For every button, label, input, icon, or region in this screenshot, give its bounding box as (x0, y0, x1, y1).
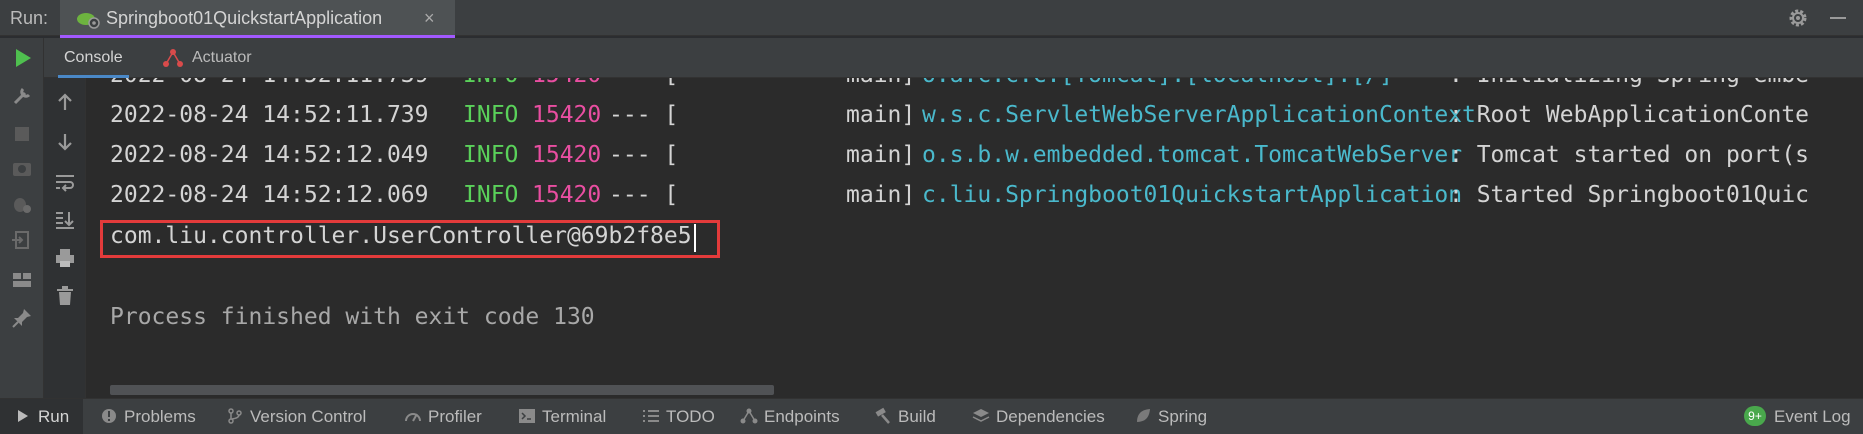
pin-icon[interactable] (10, 306, 34, 330)
layout-icon[interactable] (10, 268, 34, 292)
bottom-tab-todo[interactable]: TODO (642, 399, 715, 434)
log-level: INFO (463, 182, 519, 208)
event-count-badge: 9+ (1744, 405, 1766, 426)
tab-actuator[interactable]: Actuator (192, 38, 252, 78)
console-toolbar (44, 78, 86, 398)
minimize-icon[interactable] (1830, 17, 1846, 19)
layers-icon (972, 408, 990, 422)
bottom-tab-dependencies[interactable]: Dependencies (972, 399, 1105, 434)
log-separator: --- [ (609, 142, 679, 168)
bottom-tab-endpoints[interactable]: Endpoints (740, 399, 840, 434)
log-logger-link[interactable]: o.s.b.w.embedded.tomcat.TomcatWebServer (922, 142, 1462, 168)
print-icon[interactable] (53, 246, 77, 270)
log-level: INFO (463, 102, 519, 128)
bottom-tab-problems[interactable]: Problems (100, 399, 196, 434)
bottom-tab-spring[interactable]: Spring (1134, 399, 1207, 434)
todo-list-icon (643, 409, 659, 422)
debug-icon[interactable] (10, 192, 34, 216)
log-line: 2022-08-24 14:52:12.069 INFO 15420 --- [… (110, 182, 1809, 212)
stop-icon[interactable] (10, 122, 34, 146)
log-thread: main] (846, 102, 916, 128)
hammer-icon (875, 407, 890, 424)
run-tab-title: Springboot01QuickstartApplication (106, 8, 383, 28)
scroll-up-icon[interactable] (53, 90, 77, 114)
left-run-toolbar (0, 38, 44, 398)
spring-boot-icon (77, 13, 100, 29)
log-line-partial: 2022-08-24 14:52:11.739 INFO 15420 --- [… (110, 78, 1809, 92)
log-logger-link[interactable]: w.s.c.ServletWebServerApplicationContext (922, 102, 1476, 128)
log-pid: 15420 (532, 142, 602, 168)
bottom-tool-window-bar: Run Problems Version Control Profiler Te… (0, 398, 1863, 434)
gear-icon[interactable] (1786, 6, 1810, 30)
problems-icon (102, 408, 116, 423)
run-sub-tabs: Console Actuator (44, 38, 1863, 78)
bottom-tab-run[interactable]: Run (0, 399, 84, 434)
bottom-tab-build[interactable]: Build (874, 399, 936, 434)
highlight-annotation-box (100, 220, 720, 258)
tab-console[interactable]: Console (58, 38, 129, 78)
bottom-tab-profiler[interactable]: Profiler (404, 399, 482, 434)
vertical-scrollbar[interactable] (1851, 78, 1863, 398)
log-timestamp: 2022-08-24 14:52:12.049 (110, 142, 429, 168)
restore-icon[interactable] (10, 228, 34, 252)
vcs-branch-icon (228, 407, 242, 424)
log-timestamp: 2022-08-24 14:52:11.739 (110, 102, 429, 128)
run-config-tab[interactable]: Springboot01QuickstartApplication × (60, 0, 455, 38)
log-pid: 15420 (532, 182, 602, 208)
log-message: : Root WebApplicationConte (1449, 102, 1810, 128)
modify-config-icon[interactable] (10, 84, 34, 108)
screenshot-icon[interactable] (10, 156, 34, 180)
bottom-tab-terminal[interactable]: Terminal (518, 399, 606, 434)
clear-icon[interactable] (53, 284, 77, 308)
endpoints-icon (740, 408, 758, 424)
log-separator: --- [ (609, 102, 679, 128)
play-icon (18, 409, 28, 422)
spring-leaf-icon (1137, 408, 1150, 422)
text-caret (694, 224, 696, 252)
process-exit-line: Process finished with exit code 130 (110, 304, 595, 330)
bottom-tab-version-control[interactable]: Version Control (226, 399, 366, 434)
log-separator: --- [ (609, 182, 679, 208)
soft-wrap-icon[interactable] (53, 170, 77, 194)
log-line: 2022-08-24 14:52:12.049 INFO 15420 --- [… (110, 142, 1809, 172)
log-message: : Started Springboot01Quic (1449, 182, 1810, 208)
log-message: : Tomcat started on port(s (1449, 142, 1810, 168)
scroll-to-end-icon[interactable] (53, 208, 77, 232)
close-tab-button[interactable]: × (424, 0, 435, 36)
terminal-icon (519, 408, 535, 423)
log-level: INFO (463, 142, 519, 168)
log-line: 2022-08-24 14:52:11.739 INFO 15420 --- [… (110, 102, 1809, 132)
profiler-icon (405, 412, 421, 422)
run-tool-window-header: Run: Springboot01QuickstartApplication × (0, 0, 1863, 38)
bottom-tab-event-log[interactable]: 9+ Event Log (1744, 399, 1851, 434)
scroll-down-icon[interactable] (53, 130, 77, 154)
rerun-icon[interactable] (10, 46, 34, 70)
log-logger-link[interactable]: c.liu.Springboot01QuickstartApplication (922, 182, 1462, 208)
log-timestamp: 2022-08-24 14:52:12.069 (110, 182, 429, 208)
actuator-icon (163, 49, 183, 67)
horizontal-scrollbar[interactable] (110, 385, 774, 395)
log-pid: 15420 (532, 102, 602, 128)
log-thread: main] (846, 182, 916, 208)
run-label: Run: (10, 8, 49, 28)
log-thread: main] (846, 142, 916, 168)
